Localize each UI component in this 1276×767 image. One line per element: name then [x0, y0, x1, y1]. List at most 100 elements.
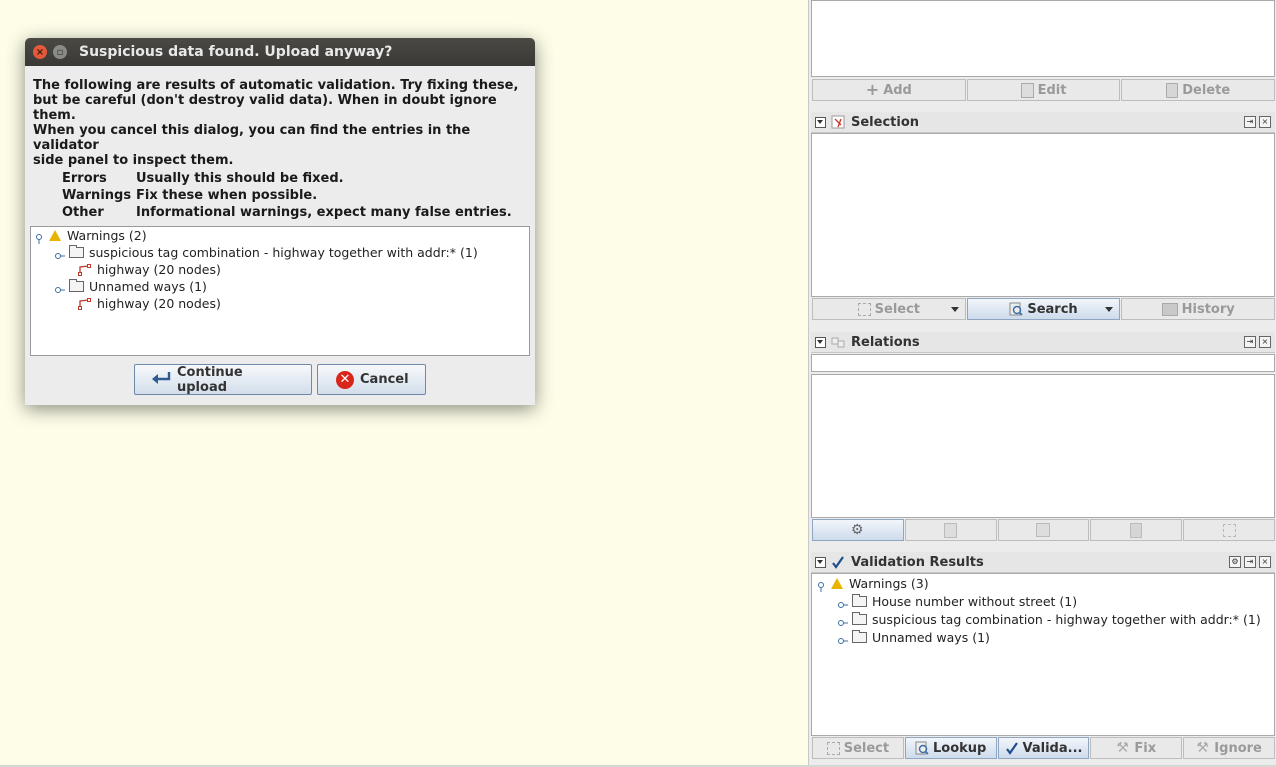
collapse-icon[interactable]: [815, 556, 826, 568]
tree-node-group[interactable]: suspicious tag combination - highway tog…: [812, 611, 1274, 628]
history-button[interactable]: History: [1121, 298, 1276, 320]
wrench-icon: ⚒: [1116, 740, 1129, 756]
select-icon: [857, 302, 871, 316]
search-icon: [1009, 302, 1023, 316]
select-icon: [1222, 523, 1236, 537]
warning-icon: [831, 578, 843, 589]
lookup-button[interactable]: Lookup: [904, 737, 997, 759]
selection-title: Selection: [851, 114, 920, 130]
tags-panel: + Add Edit Delete: [811, 0, 1276, 104]
close-icon[interactable]: ×: [1259, 336, 1271, 348]
selection-list[interactable]: [811, 133, 1275, 297]
tree-node-group[interactable]: suspicious tag combination - highway tog…: [31, 244, 529, 261]
detach-icon[interactable]: ⇥: [1244, 336, 1256, 348]
tags-list[interactable]: [811, 0, 1275, 77]
folder-icon: [852, 594, 867, 607]
dialog-titlebar[interactable]: × ▫ Suspicious data found. Upload anyway…: [25, 38, 535, 66]
selection-panel: Selection ⇥ × Select Search History: [811, 112, 1276, 321]
checkmark-icon: [1005, 741, 1019, 755]
collapse-icon[interactable]: [815, 116, 826, 128]
dropdown-arrow-icon[interactable]: [950, 307, 959, 312]
search-button[interactable]: Search: [966, 298, 1121, 320]
tree-leaf-way[interactable]: highway (20 nodes): [31, 295, 529, 312]
validate-button[interactable]: Valida...: [997, 737, 1090, 759]
validation-title: Validation Results: [851, 554, 984, 570]
folder-icon: [69, 279, 84, 292]
selection-panel-header[interactable]: Selection ⇥ ×: [811, 112, 1275, 133]
folder-icon: [69, 245, 84, 258]
upload-warning-dialog: × ▫ Suspicious data found. Upload anyway…: [25, 38, 535, 405]
relations-panel: Relations ⇥ × ⚙: [811, 332, 1275, 542]
gear-icon: ⚙: [850, 522, 864, 538]
continue-upload-button[interactable]: Continue upload: [134, 364, 312, 395]
dialog-validation-tree[interactable]: Warnings (2) suspicious tag combination …: [30, 226, 530, 356]
ignore-button[interactable]: ⚒ Ignore: [1183, 737, 1275, 759]
expand-handle-icon[interactable]: [838, 633, 848, 644]
relations-title: Relations: [851, 334, 920, 350]
edit-icon: [1020, 82, 1034, 98]
fix-button[interactable]: ⚒ Fix: [1090, 737, 1183, 759]
expand-handle-icon[interactable]: [838, 597, 848, 608]
expand-handle-icon[interactable]: [55, 248, 65, 259]
folder-icon: [852, 612, 867, 625]
edit-icon: [944, 522, 958, 538]
collapse-icon[interactable]: [815, 336, 826, 348]
close-icon[interactable]: ×: [33, 45, 47, 59]
severity-legend: Errors Usually this should be fixed. Warn…: [62, 171, 512, 220]
search-icon: [915, 741, 929, 755]
validation-panel-header[interactable]: Validation Results ⚙ ⇥ ×: [811, 552, 1275, 573]
trash-icon: [1166, 82, 1179, 98]
delete-button[interactable]: Delete: [1121, 79, 1276, 101]
tree-node-group[interactable]: Unnamed ways (1): [31, 278, 529, 295]
tree-node-warnings[interactable]: Warnings (2): [31, 227, 529, 244]
detach-icon[interactable]: ⇥: [1244, 556, 1256, 568]
upload-arrow-icon: [151, 370, 171, 390]
tree-node-warnings[interactable]: Warnings (3): [812, 575, 1274, 592]
relations-list[interactable]: [811, 374, 1275, 518]
select-relation-members-button[interactable]: [1183, 519, 1275, 541]
close-icon[interactable]: ×: [1259, 116, 1271, 128]
wrench-icon: ⚒: [1196, 740, 1209, 756]
selection-icon: [831, 115, 845, 129]
minimize-icon[interactable]: ▫: [53, 45, 67, 59]
side-panel: + Add Edit Delete Selection ⇥ × Select S…: [808, 0, 1276, 767]
dropdown-arrow-icon[interactable]: [1105, 307, 1114, 312]
folder-icon: [852, 630, 867, 643]
history-icon: [1161, 302, 1178, 316]
relations-filter-input[interactable]: [811, 354, 1275, 372]
select-icon: [826, 741, 840, 755]
duplicate-relation-button[interactable]: [997, 519, 1090, 541]
expand-handle-icon[interactable]: [817, 579, 827, 592]
way-icon: [77, 297, 93, 311]
dialog-message: The following are results of automatic v…: [25, 66, 535, 221]
add-relation-button[interactable]: ⚙: [812, 519, 904, 541]
trash-icon: [1130, 522, 1143, 538]
way-icon: [77, 263, 93, 277]
cancel-icon: ✕: [336, 370, 354, 389]
settings-icon[interactable]: ⚙: [1229, 556, 1241, 568]
cancel-button[interactable]: ✕ Cancel: [317, 364, 426, 395]
edit-button[interactable]: Edit: [966, 79, 1121, 101]
expand-handle-icon[interactable]: [838, 615, 848, 626]
validation-select-button[interactable]: Select: [812, 737, 904, 759]
validation-tree[interactable]: Warnings (3) House number without street…: [811, 573, 1275, 736]
detach-icon[interactable]: ⇥: [1244, 116, 1256, 128]
add-button[interactable]: + Add: [812, 79, 966, 101]
close-icon[interactable]: ×: [1259, 556, 1271, 568]
tree-node-group[interactable]: House number without street (1): [812, 593, 1274, 610]
relations-panel-header[interactable]: Relations ⇥ ×: [811, 332, 1275, 353]
tree-node-group[interactable]: Unnamed ways (1): [812, 629, 1274, 646]
expand-handle-icon[interactable]: [35, 231, 45, 244]
select-button[interactable]: Select: [812, 298, 966, 320]
tree-leaf-way[interactable]: highway (20 nodes): [31, 261, 529, 278]
warning-icon: [49, 230, 61, 241]
plus-icon: +: [865, 80, 880, 99]
checkmark-icon: [831, 555, 845, 569]
relations-icon: [831, 335, 845, 349]
validation-panel: Validation Results ⚙ ⇥ × Warnings (3) Ho…: [811, 552, 1275, 760]
dialog-title: Suspicious data found. Upload anyway?: [79, 44, 393, 60]
copy-icon: [1036, 523, 1051, 537]
delete-relation-button[interactable]: [1090, 519, 1183, 541]
edit-relation-button[interactable]: [904, 519, 997, 541]
expand-handle-icon[interactable]: [55, 282, 65, 293]
